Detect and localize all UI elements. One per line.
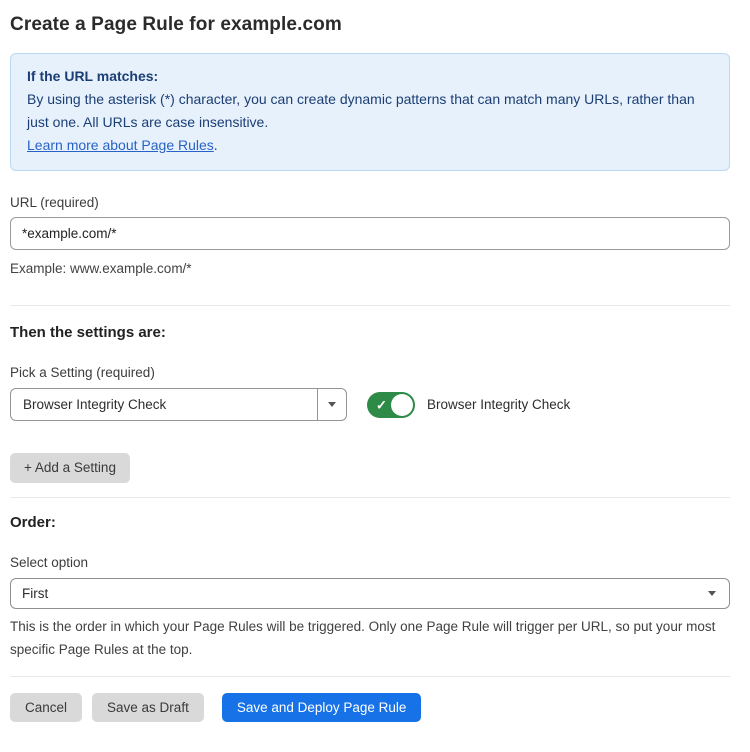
url-match-info-box: If the URL matches: By using the asteris… [10, 53, 730, 171]
chevron-down-icon [328, 402, 336, 407]
chevron-down-icon [708, 591, 716, 596]
order-helper-text: This is the order in which your Page Rul… [10, 615, 730, 661]
setting-row: Browser Integrity Check ✓ Browser Integr… [10, 388, 730, 421]
cancel-button[interactable]: Cancel [10, 693, 82, 723]
link-suffix: . [214, 137, 218, 153]
footer-button-row: Cancel Save as Draft Save and Deploy Pag… [10, 693, 730, 723]
setting-dropdown-arrow-button[interactable] [317, 389, 346, 420]
info-box-link-line: Learn more about Page Rules. [27, 134, 713, 157]
order-section-heading: Order: [10, 514, 730, 531]
toggle-label: Browser Integrity Check [427, 397, 570, 412]
setting-dropdown-value: Browser Integrity Check [11, 389, 317, 420]
pick-setting-label: Pick a Setting (required) [10, 365, 730, 380]
check-icon: ✓ [376, 398, 387, 411]
setting-toggle[interactable]: ✓ [367, 392, 415, 418]
section-divider [10, 305, 730, 306]
info-box-body: By using the asterisk (*) character, you… [27, 88, 713, 134]
url-example-helper: Example: www.example.com/* [10, 257, 730, 280]
url-field-label: URL (required) [10, 195, 730, 210]
select-option-label: Select option [10, 555, 730, 570]
create-page-rule-form: Create a Page Rule for example.com If th… [0, 0, 750, 752]
learn-more-link[interactable]: Learn more about Page Rules [27, 137, 214, 153]
order-select-value: First [22, 586, 708, 601]
section-divider [10, 497, 730, 498]
order-select[interactable]: First [10, 578, 730, 609]
settings-section-heading: Then the settings are: [10, 324, 730, 341]
toggle-knob [391, 394, 413, 416]
setting-dropdown[interactable]: Browser Integrity Check [10, 388, 347, 421]
save-and-deploy-button[interactable]: Save and Deploy Page Rule [222, 693, 422, 723]
info-box-heading: If the URL matches: [27, 65, 713, 88]
save-as-draft-button[interactable]: Save as Draft [92, 693, 204, 723]
url-input[interactable] [10, 217, 730, 250]
page-title: Create a Page Rule for example.com [10, 14, 730, 36]
add-setting-button[interactable]: + Add a Setting [10, 453, 130, 483]
footer-divider [10, 676, 730, 677]
